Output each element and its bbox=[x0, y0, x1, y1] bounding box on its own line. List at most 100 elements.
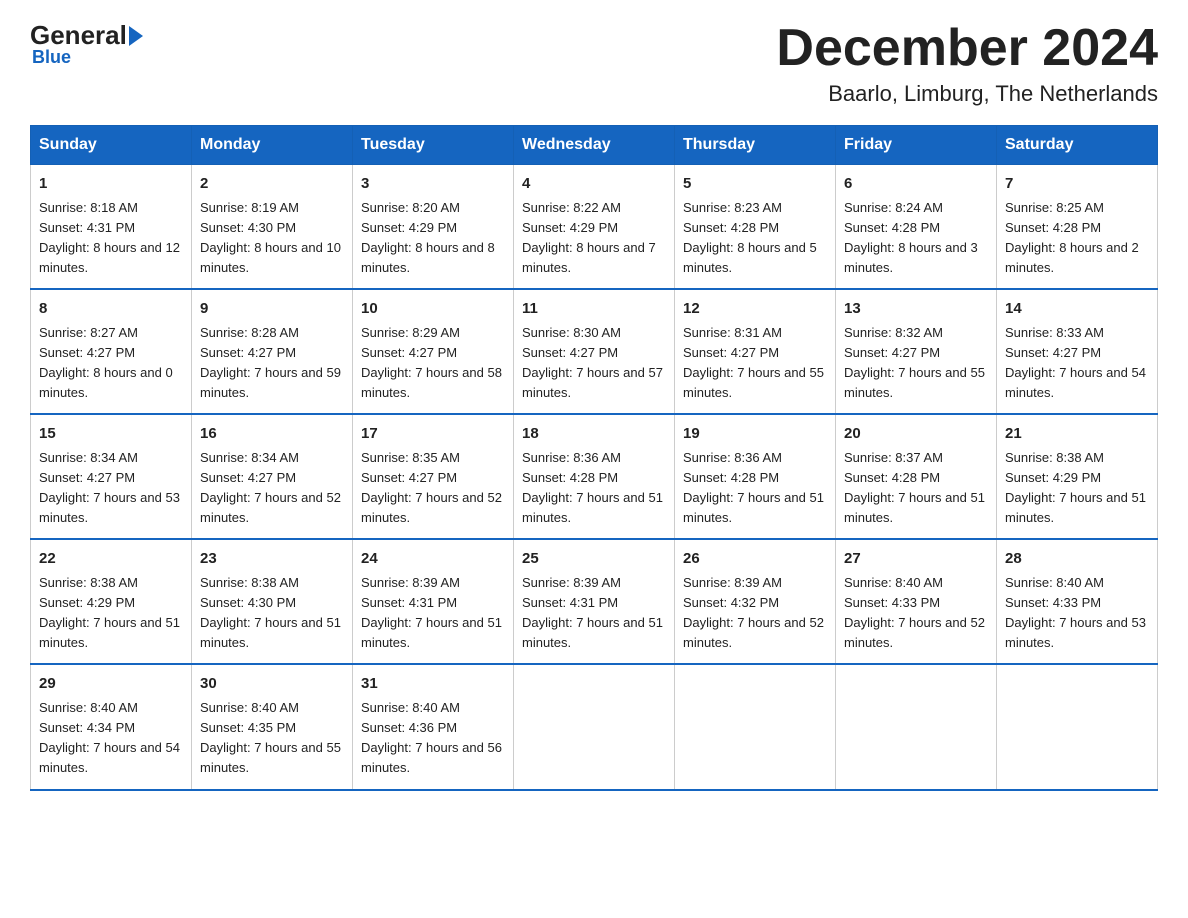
day-info: Sunrise: 8:38 AMSunset: 4:29 PMDaylight:… bbox=[39, 573, 183, 654]
table-row: 27 Sunrise: 8:40 AMSunset: 4:33 PMDaylig… bbox=[836, 539, 997, 664]
day-number: 4 bbox=[522, 173, 666, 196]
day-number: 11 bbox=[522, 298, 666, 321]
day-number: 16 bbox=[200, 423, 344, 446]
day-info: Sunrise: 8:40 AMSunset: 4:34 PMDaylight:… bbox=[39, 698, 183, 779]
day-number: 17 bbox=[361, 423, 505, 446]
day-info: Sunrise: 8:29 AMSunset: 4:27 PMDaylight:… bbox=[361, 323, 505, 404]
day-info: Sunrise: 8:25 AMSunset: 4:28 PMDaylight:… bbox=[1005, 198, 1149, 279]
day-number: 15 bbox=[39, 423, 183, 446]
table-row: 24 Sunrise: 8:39 AMSunset: 4:31 PMDaylig… bbox=[353, 539, 514, 664]
day-number: 27 bbox=[844, 548, 988, 571]
day-number: 10 bbox=[361, 298, 505, 321]
day-info: Sunrise: 8:22 AMSunset: 4:29 PMDaylight:… bbox=[522, 198, 666, 279]
day-info: Sunrise: 8:39 AMSunset: 4:32 PMDaylight:… bbox=[683, 573, 827, 654]
table-row: 20 Sunrise: 8:37 AMSunset: 4:28 PMDaylig… bbox=[836, 414, 997, 539]
page-title: December 2024 bbox=[776, 20, 1158, 77]
table-row: 2 Sunrise: 8:19 AMSunset: 4:30 PMDayligh… bbox=[192, 165, 353, 290]
col-wednesday: Wednesday bbox=[514, 126, 675, 165]
table-row: 5 Sunrise: 8:23 AMSunset: 4:28 PMDayligh… bbox=[675, 165, 836, 290]
table-row: 9 Sunrise: 8:28 AMSunset: 4:27 PMDayligh… bbox=[192, 289, 353, 414]
day-info: Sunrise: 8:40 AMSunset: 4:35 PMDaylight:… bbox=[200, 698, 344, 779]
logo-blue: Blue bbox=[32, 47, 71, 68]
day-info: Sunrise: 8:19 AMSunset: 4:30 PMDaylight:… bbox=[200, 198, 344, 279]
day-number: 13 bbox=[844, 298, 988, 321]
table-row: 17 Sunrise: 8:35 AMSunset: 4:27 PMDaylig… bbox=[353, 414, 514, 539]
page-header: General Blue December 2024 Baarlo, Limbu… bbox=[30, 20, 1158, 107]
day-info: Sunrise: 8:23 AMSunset: 4:28 PMDaylight:… bbox=[683, 198, 827, 279]
col-friday: Friday bbox=[836, 126, 997, 165]
calendar-week-row: 29 Sunrise: 8:40 AMSunset: 4:34 PMDaylig… bbox=[31, 664, 1158, 789]
day-info: Sunrise: 8:40 AMSunset: 4:33 PMDaylight:… bbox=[1005, 573, 1149, 654]
day-number: 23 bbox=[200, 548, 344, 571]
day-info: Sunrise: 8:34 AMSunset: 4:27 PMDaylight:… bbox=[200, 448, 344, 529]
day-number: 1 bbox=[39, 173, 183, 196]
col-monday: Monday bbox=[192, 126, 353, 165]
day-number: 21 bbox=[1005, 423, 1149, 446]
day-number: 2 bbox=[200, 173, 344, 196]
table-row bbox=[675, 664, 836, 789]
day-info: Sunrise: 8:38 AMSunset: 4:29 PMDaylight:… bbox=[1005, 448, 1149, 529]
table-row: 1 Sunrise: 8:18 AMSunset: 4:31 PMDayligh… bbox=[31, 165, 192, 290]
calendar-table: Sunday Monday Tuesday Wednesday Thursday… bbox=[30, 125, 1158, 790]
day-number: 24 bbox=[361, 548, 505, 571]
day-info: Sunrise: 8:27 AMSunset: 4:27 PMDaylight:… bbox=[39, 323, 183, 404]
day-info: Sunrise: 8:24 AMSunset: 4:28 PMDaylight:… bbox=[844, 198, 988, 279]
table-row: 25 Sunrise: 8:39 AMSunset: 4:31 PMDaylig… bbox=[514, 539, 675, 664]
day-number: 31 bbox=[361, 673, 505, 696]
table-row: 29 Sunrise: 8:40 AMSunset: 4:34 PMDaylig… bbox=[31, 664, 192, 789]
day-info: Sunrise: 8:30 AMSunset: 4:27 PMDaylight:… bbox=[522, 323, 666, 404]
col-saturday: Saturday bbox=[997, 126, 1158, 165]
day-info: Sunrise: 8:37 AMSunset: 4:28 PMDaylight:… bbox=[844, 448, 988, 529]
day-number: 18 bbox=[522, 423, 666, 446]
day-number: 8 bbox=[39, 298, 183, 321]
day-info: Sunrise: 8:39 AMSunset: 4:31 PMDaylight:… bbox=[522, 573, 666, 654]
day-number: 20 bbox=[844, 423, 988, 446]
day-info: Sunrise: 8:18 AMSunset: 4:31 PMDaylight:… bbox=[39, 198, 183, 279]
day-number: 12 bbox=[683, 298, 827, 321]
calendar-week-row: 15 Sunrise: 8:34 AMSunset: 4:27 PMDaylig… bbox=[31, 414, 1158, 539]
table-row: 6 Sunrise: 8:24 AMSunset: 4:28 PMDayligh… bbox=[836, 165, 997, 290]
day-number: 28 bbox=[1005, 548, 1149, 571]
day-info: Sunrise: 8:40 AMSunset: 4:36 PMDaylight:… bbox=[361, 698, 505, 779]
table-row: 21 Sunrise: 8:38 AMSunset: 4:29 PMDaylig… bbox=[997, 414, 1158, 539]
day-info: Sunrise: 8:31 AMSunset: 4:27 PMDaylight:… bbox=[683, 323, 827, 404]
calendar-week-row: 8 Sunrise: 8:27 AMSunset: 4:27 PMDayligh… bbox=[31, 289, 1158, 414]
table-row: 11 Sunrise: 8:30 AMSunset: 4:27 PMDaylig… bbox=[514, 289, 675, 414]
day-info: Sunrise: 8:32 AMSunset: 4:27 PMDaylight:… bbox=[844, 323, 988, 404]
day-number: 19 bbox=[683, 423, 827, 446]
col-sunday: Sunday bbox=[31, 126, 192, 165]
table-row: 15 Sunrise: 8:34 AMSunset: 4:27 PMDaylig… bbox=[31, 414, 192, 539]
day-number: 6 bbox=[844, 173, 988, 196]
table-row: 12 Sunrise: 8:31 AMSunset: 4:27 PMDaylig… bbox=[675, 289, 836, 414]
calendar-week-row: 22 Sunrise: 8:38 AMSunset: 4:29 PMDaylig… bbox=[31, 539, 1158, 664]
day-info: Sunrise: 8:38 AMSunset: 4:30 PMDaylight:… bbox=[200, 573, 344, 654]
day-info: Sunrise: 8:35 AMSunset: 4:27 PMDaylight:… bbox=[361, 448, 505, 529]
day-number: 9 bbox=[200, 298, 344, 321]
table-row: 14 Sunrise: 8:33 AMSunset: 4:27 PMDaylig… bbox=[997, 289, 1158, 414]
col-tuesday: Tuesday bbox=[353, 126, 514, 165]
col-thursday: Thursday bbox=[675, 126, 836, 165]
day-number: 22 bbox=[39, 548, 183, 571]
table-row: 19 Sunrise: 8:36 AMSunset: 4:28 PMDaylig… bbox=[675, 414, 836, 539]
day-number: 25 bbox=[522, 548, 666, 571]
day-number: 29 bbox=[39, 673, 183, 696]
day-info: Sunrise: 8:34 AMSunset: 4:27 PMDaylight:… bbox=[39, 448, 183, 529]
day-number: 3 bbox=[361, 173, 505, 196]
calendar-header-row: Sunday Monday Tuesday Wednesday Thursday… bbox=[31, 126, 1158, 165]
day-info: Sunrise: 8:36 AMSunset: 4:28 PMDaylight:… bbox=[522, 448, 666, 529]
table-row: 16 Sunrise: 8:34 AMSunset: 4:27 PMDaylig… bbox=[192, 414, 353, 539]
table-row bbox=[836, 664, 997, 789]
logo: General Blue bbox=[30, 20, 145, 68]
table-row: 26 Sunrise: 8:39 AMSunset: 4:32 PMDaylig… bbox=[675, 539, 836, 664]
day-number: 14 bbox=[1005, 298, 1149, 321]
table-row: 31 Sunrise: 8:40 AMSunset: 4:36 PMDaylig… bbox=[353, 664, 514, 789]
table-row: 22 Sunrise: 8:38 AMSunset: 4:29 PMDaylig… bbox=[31, 539, 192, 664]
table-row: 3 Sunrise: 8:20 AMSunset: 4:29 PMDayligh… bbox=[353, 165, 514, 290]
day-info: Sunrise: 8:39 AMSunset: 4:31 PMDaylight:… bbox=[361, 573, 505, 654]
calendar-week-row: 1 Sunrise: 8:18 AMSunset: 4:31 PMDayligh… bbox=[31, 165, 1158, 290]
day-info: Sunrise: 8:28 AMSunset: 4:27 PMDaylight:… bbox=[200, 323, 344, 404]
day-number: 7 bbox=[1005, 173, 1149, 196]
title-area: December 2024 Baarlo, Limburg, The Nethe… bbox=[776, 20, 1158, 107]
table-row: 13 Sunrise: 8:32 AMSunset: 4:27 PMDaylig… bbox=[836, 289, 997, 414]
table-row: 4 Sunrise: 8:22 AMSunset: 4:29 PMDayligh… bbox=[514, 165, 675, 290]
